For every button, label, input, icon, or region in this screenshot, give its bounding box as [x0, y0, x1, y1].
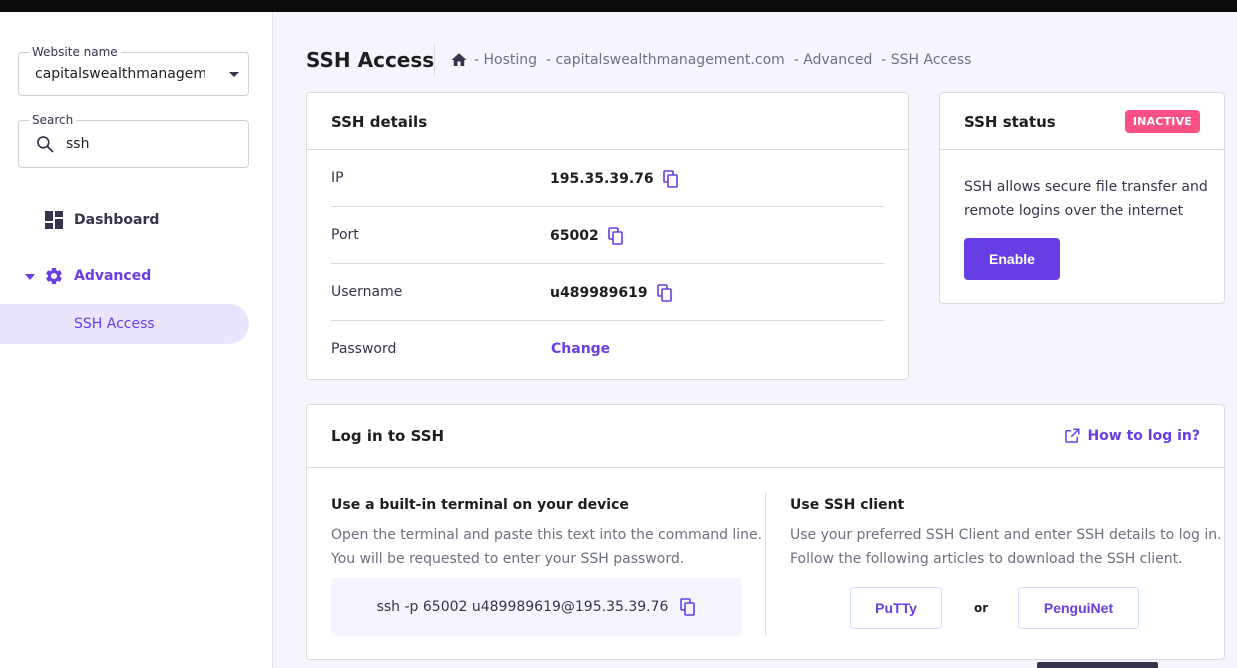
ip-value: 195.35.39.76 — [550, 171, 654, 187]
website-select[interactable]: Website name capitalswealthmanagem... — [18, 45, 249, 96]
terminal-desc-line2: You will be requested to enter your SSH … — [331, 551, 685, 567]
password-label: Password — [331, 341, 397, 357]
status-badge: INACTIVE — [1124, 110, 1200, 133]
terminal-desc-line1: Open the terminal and paste this text in… — [331, 527, 763, 543]
breadcrumb-domain[interactable]: - capitalswealthmanagement.com — [546, 52, 785, 68]
sidebar-item-label: Advanced — [74, 268, 152, 284]
how-to-login-link[interactable]: How to log in? — [1063, 427, 1200, 445]
sidebar-item-label: SSH Access — [74, 316, 155, 332]
username-value-group: u489989619 — [550, 284, 673, 302]
sidebar-item-dashboard[interactable]: Dashboard — [0, 200, 249, 240]
copy-icon[interactable] — [607, 227, 624, 245]
username-label: Username — [331, 284, 403, 300]
ssh-status-description: SSH allows secure file transfer and remo… — [964, 179, 1208, 219]
command-box: ssh -p 65002 u489989619@195.35.39.76 — [331, 578, 742, 636]
sidebar: Website name capitalswealthmanagem... Se… — [0, 12, 273, 668]
copy-icon[interactable] — [656, 284, 673, 302]
ssh-client-desc-line1: Use your preferred SSH Client and enter … — [790, 527, 1222, 543]
divider — [940, 149, 1224, 150]
sidebar-item-label: Dashboard — [74, 212, 160, 228]
external-link-icon — [1065, 428, 1080, 443]
port-value: 65002 — [550, 228, 599, 244]
ssh-status-title: SSH status — [964, 113, 1056, 131]
port-value-group: 65002 — [550, 227, 624, 245]
caret-down-icon — [25, 274, 35, 280]
ssh-details-title: SSH details — [331, 113, 428, 131]
login-title: Log in to SSH — [331, 427, 445, 445]
search-input[interactable]: Search ssh — [18, 113, 249, 168]
title-divider — [434, 44, 435, 76]
top-bar — [0, 0, 1237, 12]
ssh-client-desc-line2: Follow the following articles to downloa… — [790, 551, 1183, 567]
terminal-title: Use a built-in terminal on your device — [331, 497, 629, 513]
login-card: Log in to SSH How to log in? Use a built… — [306, 404, 1225, 660]
breadcrumb-hosting[interactable]: - Hosting — [474, 52, 537, 68]
username-value: u489989619 — [550, 285, 648, 301]
sidebar-item-ssh-access[interactable]: SSH Access — [0, 304, 249, 344]
detail-row-port: Port 65002 — [331, 207, 884, 264]
bottom-tab-edge — [1037, 662, 1158, 668]
ssh-command[interactable]: ssh -p 65002 u489989619@195.35.39.76 — [377, 599, 669, 615]
or-separator: or — [974, 601, 989, 615]
copy-icon[interactable] — [680, 598, 696, 616]
search-icon — [37, 136, 54, 153]
page-title: SSH Access — [306, 48, 435, 72]
penguinet-button[interactable]: PenguiNet — [1018, 587, 1139, 629]
gear-icon — [46, 267, 62, 285]
sidebar-item-advanced[interactable]: Advanced — [0, 256, 249, 296]
ip-label: IP — [331, 170, 344, 186]
copy-icon[interactable] — [662, 170, 679, 188]
website-select-label: Website name — [29, 45, 121, 59]
detail-row-password: Password Change — [331, 321, 884, 378]
column-divider — [765, 493, 766, 636]
ssh-client-title: Use SSH client — [790, 497, 905, 513]
how-to-login-label: How to log in? — [1087, 428, 1200, 444]
breadcrumb-advanced[interactable]: - Advanced — [794, 52, 873, 68]
breadcrumb: - Hosting - capitalswealthmanagement.com… — [450, 51, 971, 69]
search-label: Search — [29, 113, 77, 127]
ssh-details-card: SSH details IP 195.35.39.76 Port 65002 U… — [306, 92, 909, 380]
putty-button[interactable]: PuTTy — [850, 587, 942, 629]
port-label: Port — [331, 227, 359, 243]
home-icon[interactable] — [450, 51, 468, 69]
detail-row-ip: IP 195.35.39.76 — [331, 150, 884, 207]
caret-down-icon — [229, 72, 239, 77]
breadcrumb-ssh-access: - SSH Access — [881, 52, 972, 68]
website-select-value: capitalswealthmanagem... — [35, 66, 205, 82]
divider — [307, 467, 1224, 468]
ip-value-group: 195.35.39.76 — [550, 170, 679, 188]
ssh-status-card: SSH status INACTIVE SSH allows secure fi… — [939, 92, 1225, 304]
search-value: ssh — [66, 136, 90, 152]
dashboard-icon — [45, 211, 63, 229]
detail-row-username: Username u489989619 — [331, 264, 884, 321]
change-password-link[interactable]: Change — [551, 341, 610, 357]
enable-button[interactable]: Enable — [964, 238, 1060, 280]
